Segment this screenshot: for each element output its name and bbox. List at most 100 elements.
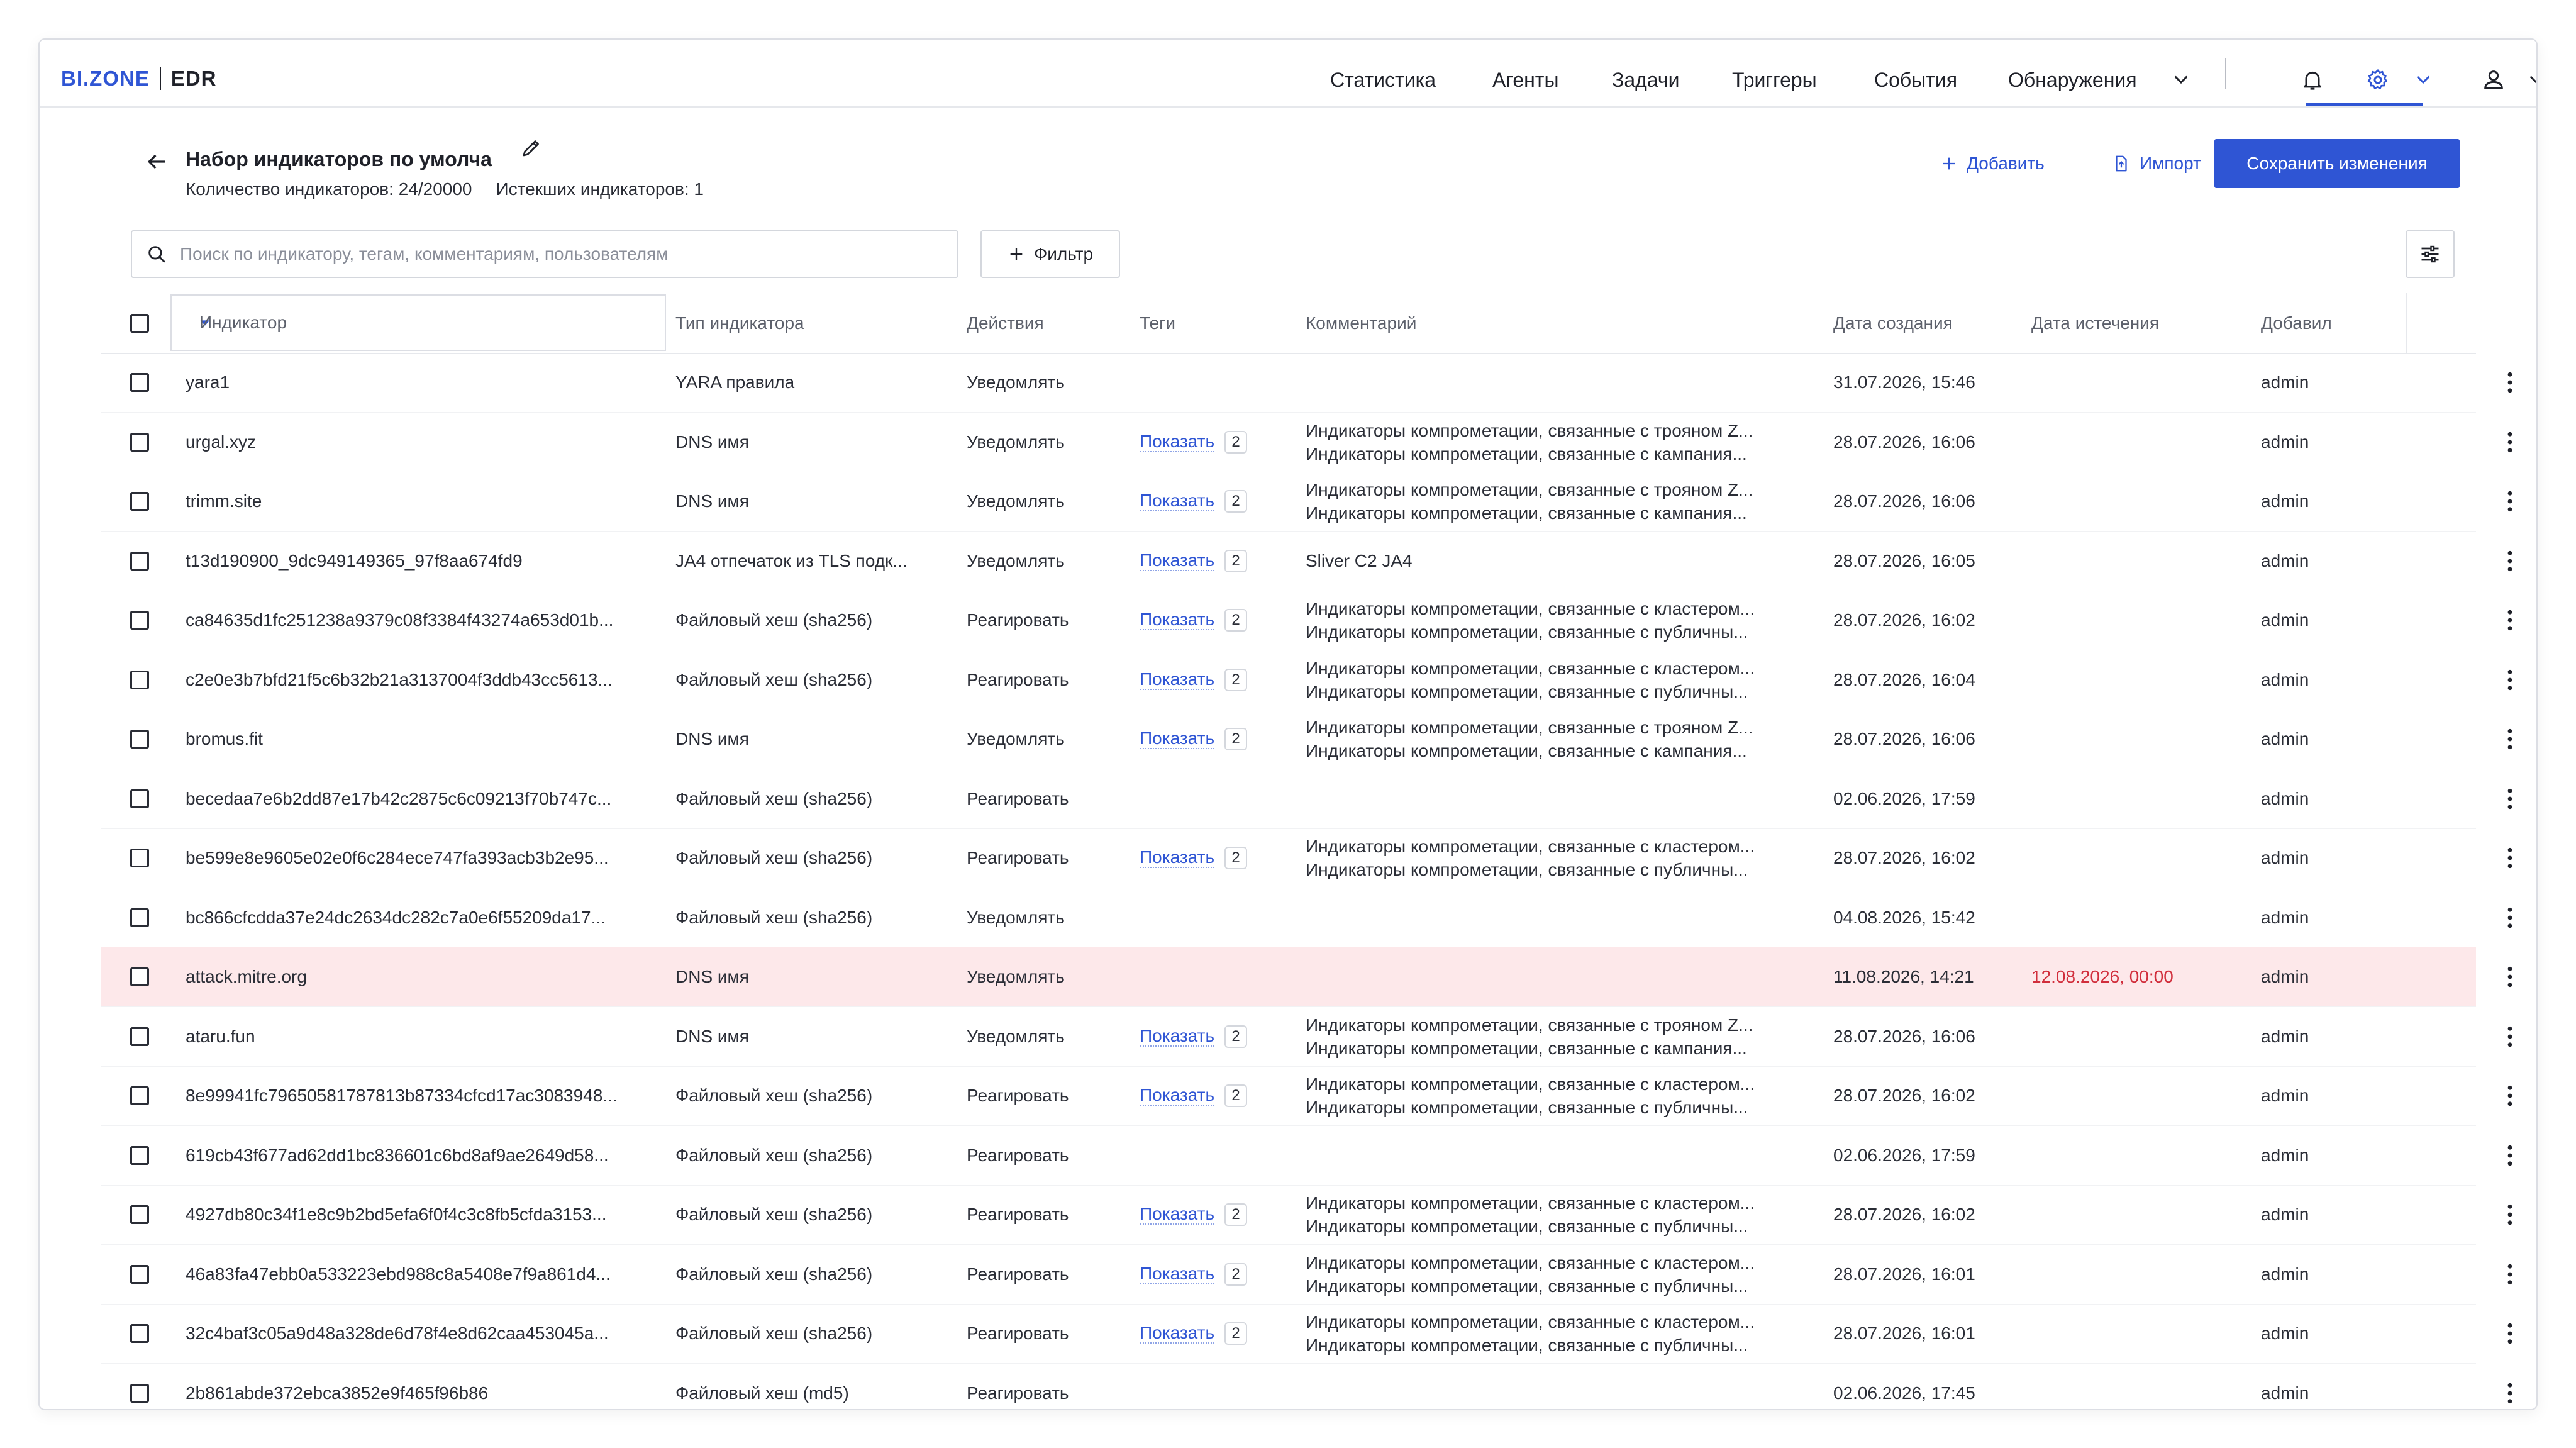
back-arrow-icon[interactable] bbox=[144, 149, 169, 174]
detections-chevron-down-icon[interactable] bbox=[2168, 67, 2194, 92]
nav-statistics[interactable]: Статистика bbox=[1330, 62, 1436, 97]
row-menu-icon[interactable] bbox=[2497, 1185, 2523, 1244]
col-created[interactable]: Дата создания bbox=[1833, 293, 1953, 353]
row-checkbox[interactable] bbox=[130, 551, 149, 571]
row-menu-icon[interactable] bbox=[2497, 591, 2523, 650]
col-comment[interactable]: Комментарий bbox=[1306, 293, 1416, 353]
table-row[interactable]: be599e8e9605e02e0f6c284ece747fa393acb3b2… bbox=[101, 828, 2512, 888]
table-row[interactable]: 2b861abde372ebca3852e9f465f96b86 Файловый… bbox=[101, 1364, 2512, 1410]
user-chevron-down-icon[interactable] bbox=[2524, 67, 2536, 92]
table-row[interactable]: 32c4baf3c05a9d48a328de6d78f4e8d62caa4530… bbox=[101, 1304, 2512, 1364]
save-changes-button[interactable]: Сохранить изменения bbox=[2214, 139, 2460, 188]
table-row[interactable]: attack.mitre.org DNS имя Уведомлять 11.08.2… bbox=[101, 947, 2512, 1007]
show-tags-link[interactable]: Показать bbox=[1140, 491, 1215, 511]
table-row[interactable]: yara1 YARA правила Уведомлять 31.07.2026, 1… bbox=[101, 353, 2512, 413]
import-button[interactable]: Импорт bbox=[2112, 139, 2201, 188]
table-row[interactable]: urgal.xyz DNS имя Уведомлять Показать 2 Индик… bbox=[101, 413, 2512, 472]
filter-button[interactable]: Фильтр bbox=[980, 230, 1120, 278]
table-row[interactable]: 46a83fa47ebb0a533223ebd988c8a5408e7f9a86… bbox=[101, 1245, 2512, 1305]
row-checkbox[interactable] bbox=[130, 1027, 149, 1046]
added-by: admin bbox=[2261, 491, 2309, 511]
table-row[interactable]: ca84635d1fc251238a9379c08f3384f43274a653… bbox=[101, 591, 2512, 650]
row-menu-icon[interactable] bbox=[2497, 532, 2523, 591]
show-tags-link[interactable]: Показать bbox=[1140, 848, 1215, 868]
table-row[interactable]: trimm.site DNS имя Уведомлять Показать 2 Инди… bbox=[101, 472, 2512, 532]
row-menu-icon[interactable] bbox=[2497, 650, 2523, 710]
nav-detections[interactable]: Обнаружения bbox=[2008, 62, 2137, 97]
row-checkbox[interactable] bbox=[130, 492, 149, 511]
logo[interactable]: BI.ZONE EDR bbox=[61, 66, 217, 91]
nav-agents[interactable]: Агенты bbox=[1492, 62, 1558, 97]
row-menu-icon[interactable] bbox=[2497, 1304, 2523, 1363]
table-row[interactable]: bc866cfcdda37e24dc2634dc282c7a0e6f55209d… bbox=[101, 888, 2512, 948]
show-tags-link[interactable]: Показать bbox=[1140, 1205, 1215, 1225]
col-added-by[interactable]: Добавил bbox=[2261, 293, 2332, 353]
row-checkbox[interactable] bbox=[130, 1383, 149, 1403]
row-checkbox[interactable] bbox=[130, 908, 149, 927]
col-type[interactable]: Тип индикатора bbox=[675, 293, 804, 353]
row-menu-icon[interactable] bbox=[2497, 413, 2523, 472]
table-row[interactable]: bromus.fit DNS имя Уведомлять Показать 2 Инди… bbox=[101, 710, 2512, 769]
row-checkbox[interactable] bbox=[130, 611, 149, 630]
show-tags-link[interactable]: Показать bbox=[1140, 610, 1215, 630]
row-checkbox[interactable] bbox=[130, 849, 149, 867]
gear-icon[interactable] bbox=[2363, 65, 2393, 95]
table-row[interactable]: c2e0e3b7bfd21f5c6b32b21a3137004f3ddb43cc… bbox=[101, 650, 2512, 710]
show-tags-link[interactable]: Показать bbox=[1140, 1264, 1215, 1284]
row-menu-icon[interactable] bbox=[2497, 1126, 2523, 1185]
show-tags-link[interactable]: Показать bbox=[1140, 1026, 1215, 1047]
col-expires[interactable]: Дата истечения bbox=[2031, 293, 2159, 353]
row-menu-icon[interactable] bbox=[2497, 769, 2523, 828]
table-row[interactable]: becedaa7e6b2dd87e17b42c2875c6c09213f70b7… bbox=[101, 769, 2512, 829]
table-row[interactable]: 619cb43f677ad62dd1bc836601c6bd8af9ae2649… bbox=[101, 1126, 2512, 1186]
table-row[interactable]: 8e99941fc79650581787813b87334cfcd17ac308… bbox=[101, 1066, 2512, 1126]
bell-icon[interactable] bbox=[2297, 65, 2328, 95]
nav-events[interactable]: События bbox=[1874, 62, 1957, 97]
nav-triggers[interactable]: Триггеры bbox=[1732, 62, 1817, 97]
row-menu-icon[interactable] bbox=[2497, 1245, 2523, 1304]
row-menu-icon[interactable] bbox=[2497, 710, 2523, 769]
show-tags-link[interactable]: Показать bbox=[1140, 550, 1215, 571]
row-menu-icon[interactable] bbox=[2497, 1007, 2523, 1066]
add-button[interactable]: Добавить bbox=[1940, 139, 2045, 188]
row-menu-icon[interactable] bbox=[2497, 888, 2523, 947]
table-row[interactable]: 4927db80c34f1e8c9b2bd5efa6f0f4c3c8fb5cfd… bbox=[101, 1185, 2512, 1245]
col-tags[interactable]: Теги bbox=[1140, 293, 1175, 353]
col-indicator[interactable]: Индикатор bbox=[170, 294, 666, 351]
indicator-value: attack.mitre.org bbox=[186, 967, 307, 986]
indicator-type: DNS имя bbox=[675, 491, 749, 511]
col-actions[interactable]: Действия bbox=[967, 293, 1044, 353]
row-menu-icon[interactable] bbox=[2497, 828, 2523, 888]
row-checkbox[interactable] bbox=[130, 730, 149, 749]
row-checkbox[interactable] bbox=[130, 670, 149, 689]
show-tags-link[interactable]: Показать bbox=[1140, 432, 1215, 452]
row-checkbox[interactable] bbox=[130, 1324, 149, 1343]
settings-chevron-down-icon[interactable] bbox=[2411, 67, 2436, 92]
row-checkbox[interactable] bbox=[130, 789, 149, 808]
row-checkbox[interactable] bbox=[130, 1086, 149, 1105]
table-row[interactable]: ataru.fun DNS имя Уведомлять Показать 2 Индик… bbox=[101, 1007, 2512, 1067]
show-tags-link[interactable]: Показать bbox=[1140, 729, 1215, 749]
row-menu-icon[interactable] bbox=[2497, 472, 2523, 531]
show-tags-link[interactable]: Показать bbox=[1140, 1323, 1215, 1344]
row-menu-icon[interactable] bbox=[2497, 1364, 2523, 1410]
pencil-icon[interactable] bbox=[520, 136, 545, 162]
row-checkbox[interactable] bbox=[130, 1264, 149, 1284]
row-menu-icon[interactable] bbox=[2497, 353, 2523, 412]
row-checkbox[interactable] bbox=[130, 1205, 149, 1224]
show-tags-link[interactable]: Показать bbox=[1140, 669, 1215, 690]
nav-tasks[interactable]: Задачи bbox=[1612, 62, 1679, 97]
search-box[interactable] bbox=[131, 230, 958, 278]
row-menu-icon[interactable] bbox=[2497, 947, 2523, 1006]
row-checkbox[interactable] bbox=[130, 967, 149, 986]
column-settings-button[interactable] bbox=[2406, 230, 2455, 278]
search-input[interactable] bbox=[179, 243, 936, 265]
row-menu-icon[interactable] bbox=[2497, 1066, 2523, 1125]
table-row[interactable]: t13d190900_9dc949149365_97f8aa674fd9 JA4 … bbox=[101, 532, 2512, 591]
show-tags-link[interactable]: Показать bbox=[1140, 1086, 1215, 1106]
row-checkbox[interactable] bbox=[130, 1145, 149, 1165]
select-all-checkbox[interactable] bbox=[130, 313, 149, 333]
user-icon[interactable] bbox=[2479, 65, 2509, 95]
row-checkbox[interactable] bbox=[130, 432, 149, 452]
row-checkbox[interactable] bbox=[130, 373, 149, 392]
